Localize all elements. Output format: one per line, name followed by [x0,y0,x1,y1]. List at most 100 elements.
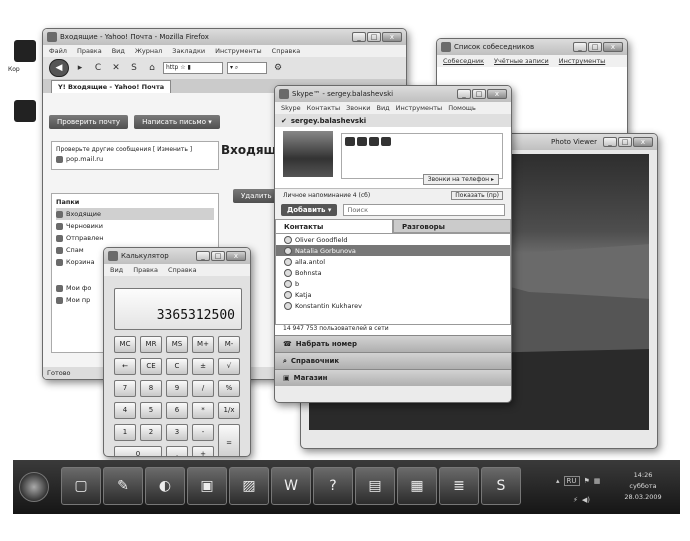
calculator-icon[interactable]: ▤ [355,467,395,505]
skype-user-bar[interactable]: ✔ sergey.balashevski [275,114,511,127]
calc-key[interactable]: 3 [166,424,188,441]
chart-icon[interactable]: ▨ [229,467,269,505]
compose-button[interactable]: Написать письмо ▾ [134,115,220,129]
contact-item[interactable]: alla.antol [276,256,510,267]
directory-bar[interactable]: ⌕ Справочник [275,352,511,369]
calc-key[interactable]: 8 [140,380,162,397]
maximize-button[interactable]: □ [618,137,632,147]
chat-titlebar[interactable]: Список собеседников _ □ x [437,39,627,55]
forward-icon[interactable]: ▸ [73,61,87,75]
calc-key[interactable]: √ [218,358,240,375]
calc-key[interactable]: 7 [114,380,136,397]
menu-contacts[interactable]: Контакты [307,104,340,112]
firefox-titlebar[interactable]: Входящие - Yahoo! Почта - Mozilla Firefo… [43,29,406,45]
menu-history[interactable]: Журнал [135,47,162,55]
home-icon[interactable]: ⌂ [145,61,159,75]
start-button[interactable] [19,472,49,502]
calc-key[interactable]: MS [166,336,188,353]
calc-key[interactable]: MR [140,336,162,353]
menu-bookmarks[interactable]: Закладки [172,47,205,55]
power-icon[interactable]: ⚡ [573,496,578,504]
menu-view[interactable]: Вид [112,47,125,55]
network-icon[interactable]: ▦ [594,477,601,485]
calc-key[interactable]: 5 [140,402,162,419]
calc-key[interactable]: , [166,446,188,456]
calc-key[interactable]: 9 [166,380,188,397]
calc-key[interactable]: 1/x [218,402,240,419]
calc-key[interactable]: ← [114,358,136,375]
flag-icon[interactable]: ⚑ [584,477,590,485]
address-bar[interactable]: http ☆ ▮ [163,62,223,74]
add-contact-button[interactable]: Добавить ▾ [281,204,338,216]
minimize-button[interactable]: _ [457,89,471,99]
menu-skype[interactable]: Skype [281,104,301,112]
close-button[interactable]: x [633,137,653,147]
minimize-button[interactable]: _ [352,32,366,42]
reload-icon[interactable]: C [91,61,105,75]
calc-key[interactable]: C [166,358,188,375]
sync-icon[interactable]: S [127,61,141,75]
list-icon[interactable]: ≣ [439,467,479,505]
calc-key[interactable]: 6 [166,402,188,419]
menu-view[interactable]: Вид [110,266,123,274]
tab-conversations[interactable]: Разговоры [393,219,511,233]
close-button[interactable]: x [603,42,623,52]
search-box[interactable]: ▾ ⌕ [227,62,267,74]
close-button[interactable]: x [226,251,246,261]
account-item[interactable]: pop.mail.ru [56,153,214,165]
tab-contacts[interactable]: Контакты [275,219,393,233]
menu-file[interactable]: Файл [49,47,67,55]
calc-key[interactable]: * [192,402,214,419]
change-link[interactable]: [ Изменить ] [153,146,192,153]
menu-edit[interactable]: Правка [133,266,158,274]
language-indicator[interactable]: RU [563,476,580,486]
recycle-bin-icon[interactable] [14,100,36,122]
menu-help[interactable]: Справка [168,266,197,274]
volume-icon[interactable]: ◀) [582,496,590,504]
contact-item[interactable]: Bohnsta [276,267,510,278]
calc-key[interactable]: - [192,424,214,441]
shop-bar[interactable]: ▣ Магазин [275,369,511,386]
photo-icon[interactable]: ▦ [397,467,437,505]
calc-key[interactable]: % [218,380,240,397]
calc-key[interactable]: + [192,446,214,456]
folder-sent[interactable]: Отправлен [56,232,214,244]
maximize-button[interactable]: □ [367,32,381,42]
show-button[interactable]: Показать (пр) [451,190,503,200]
calc-key[interactable]: CE [140,358,162,375]
floppy-icon[interactable]: ▣ [187,467,227,505]
back-button[interactable]: ◀ [49,59,69,77]
calc-key[interactable]: 0 [114,446,162,456]
stop-icon[interactable]: ✕ [109,61,123,75]
phone-calls-button[interactable]: Звонки на телефон ▸ [422,174,499,185]
calc-key[interactable]: 2 [140,424,162,441]
calc-key[interactable]: ± [192,358,214,375]
search-input[interactable]: Поиск [343,204,505,216]
calc-key[interactable]: / [192,380,214,397]
windows-icon[interactable]: ▢ [61,467,101,505]
tab-yahoo-mail[interactable]: Y! Входящие - Yahoo! Почта [51,79,172,93]
minimize-button[interactable]: _ [196,251,210,261]
contact-item[interactable]: Natalia Gorbunova [276,245,510,256]
check-mail-button[interactable]: Проверить почту [49,115,129,129]
menu-help[interactable]: Справка [272,47,301,55]
avatar[interactable] [283,131,333,177]
menu-tools[interactable]: Инструменты [396,104,443,112]
folder-drafts[interactable]: Черновики [56,220,214,232]
calc-key[interactable]: M+ [192,336,214,353]
maximize-button[interactable]: □ [472,89,486,99]
word-icon[interactable]: W [271,467,311,505]
menu-accounts[interactable]: Учётные записи [494,57,549,65]
menu-tools[interactable]: Инструменты [559,57,606,65]
menu-tools[interactable]: Инструменты [215,47,262,55]
close-button[interactable]: x [382,32,402,42]
skype-icon[interactable]: S [481,467,521,505]
contact-item[interactable]: Konstantin Kukharev [276,300,510,311]
menu-view[interactable]: Вид [376,104,389,112]
skype-titlebar[interactable]: Skype™ - sergey.balashevski _ □ x [275,86,511,102]
maximize-button[interactable]: □ [588,42,602,52]
clock[interactable]: 14:26 суббота 28.03.2009 [618,470,668,503]
menu-calls[interactable]: Звонки [346,104,370,112]
delete-button[interactable]: Удалить [233,189,280,203]
minimize-button[interactable]: _ [573,42,587,52]
